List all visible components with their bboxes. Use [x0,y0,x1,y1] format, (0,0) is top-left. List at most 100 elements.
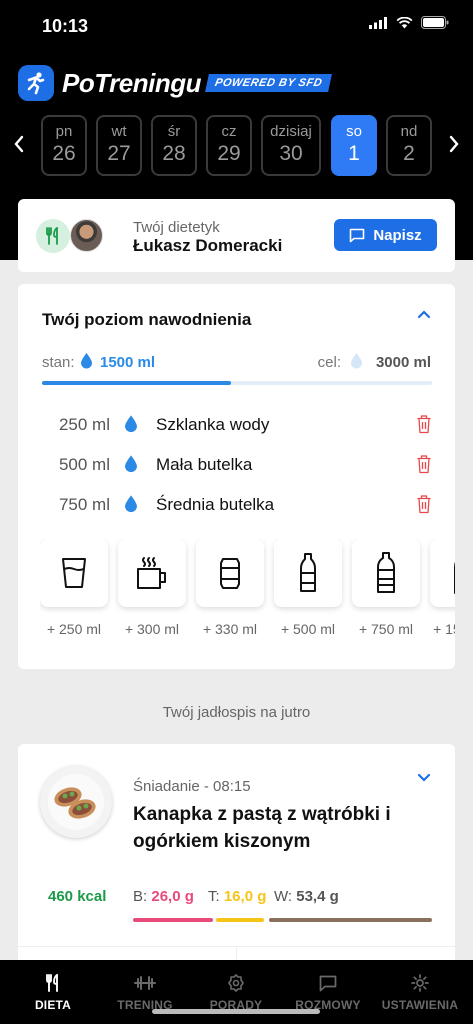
quick-add-tiles: + 250 ml + 300 ml + 330 ml + 500 ml + 750 ml… [40,539,455,639]
day-so[interactable]: so 1 [331,115,377,176]
entry-amount: 750 ml [58,495,110,514]
trash-icon[interactable] [416,414,432,439]
quick-add-tile[interactable]: + 330 ml [196,539,264,637]
macro-1: T: 16,0 g [208,888,266,905]
day-date: 27 [107,142,131,165]
brand-logo: PoTreningu POWERED BY SFD [18,64,332,102]
glass-icon[interactable] [40,539,108,607]
day-selector: pn 26 wt 27 śr 28 cz 29 dzisiaj 30 so 1 nd 2 [0,115,473,177]
water-drop-outline-icon [350,352,363,374]
meal-title: Kanapka z pastą z wątróbki i ogórkiem ki… [133,804,391,852]
day-name: nd [400,123,418,140]
brand-name: PoTreningu [62,67,201,98]
battery-icon [421,16,449,29]
water-drop-icon [80,352,93,374]
dietitian-name: Łukasz Domeracki [133,236,283,255]
day-date: 29 [217,142,241,165]
quick-add-label: + 300 ml [124,621,180,637]
dietitian-avatar [70,219,103,252]
tomorrow-menu-label: Twój jadłospis na jutro [162,704,311,721]
macro-bar [216,918,264,922]
water-drop-icon [124,414,138,438]
tab-rozmowy[interactable]: ROZMOWY [283,972,373,1012]
quick-add-tile[interactable]: + 250 ml [40,539,108,637]
hydration-entry: 500 ml Mała butelka [42,450,432,480]
wifi-icon [396,16,413,28]
collapse-chevron-icon[interactable] [417,306,431,324]
day-date: 28 [162,142,186,165]
chat-icon [283,972,373,994]
day-name: dzisiaj [270,123,312,140]
quick-add-label: + 500 ml [280,621,336,637]
quick-add-tile[interactable]: + 500 ml [274,539,342,637]
small-bottle-icon[interactable] [274,539,342,607]
macro-bar [269,918,432,922]
status-icons [369,16,449,29]
bottle-icon[interactable] [352,539,420,607]
meal-image [40,766,112,838]
current-level-label: stan: [42,354,75,371]
quick-add-label: + 330 ml [202,621,258,637]
quick-add-label: + 750 ml [358,621,414,637]
tab-label: DIETA [34,998,72,1012]
status-bar: 10:13 [0,14,473,38]
goal-label: cel: [317,354,341,371]
day-date: 2 [403,142,415,165]
dietitian-label: Twój dietetyk [133,219,220,236]
hydration-entry: 750 ml Średnia butelka [42,490,432,520]
day-name: śr [167,123,181,140]
prev-week-chevron-icon[interactable] [10,133,28,159]
fork-knife-icon [36,219,70,253]
day-date: 30 [279,142,303,165]
entry-amount: 250 ml [58,415,110,434]
write-message-label: Napisz [373,226,422,244]
goal-value: 3000 ml [375,354,431,371]
quick-add-tile[interactable]: + 1500 ml [430,539,455,637]
bottom-tab-bar: DIETA TRENING PORADY ROZMOWY USTAWIENIA [0,960,473,1024]
water-drop-icon [124,454,138,478]
quick-add-tile[interactable]: + 750 ml [352,539,420,637]
mug-icon[interactable] [118,539,186,607]
large-bottle-icon[interactable] [430,539,455,607]
quick-add-label: + 1500 ml [433,621,455,637]
day-wt[interactable]: wt 27 [96,115,142,176]
day-name: pn [55,123,73,140]
entry-amount: 500 ml [58,455,110,474]
day-date: 1 [348,142,360,165]
day-name: so [346,123,362,140]
day-name: wt [111,123,127,140]
day-śr[interactable]: śr 28 [151,115,197,176]
expand-chevron-icon[interactable] [417,770,431,788]
day-dzisiaj[interactable]: dzisiaj 30 [261,115,321,176]
tab-label: USTAWIENIA [381,998,459,1012]
meal-kcal: 460 kcal [48,888,107,905]
trash-icon[interactable] [416,494,432,519]
trash-icon[interactable] [416,454,432,479]
runner-logo-icon [18,65,54,101]
hydration-card: Twój poziom nawodnienia stan: 1500 ml ce… [18,284,455,669]
day-name: cz [221,123,237,140]
meal-time: Śniadanie - 08:15 [133,778,251,795]
tab-porady[interactable]: PORADY [191,972,281,1012]
brand-powered-badge: POWERED BY SFD [205,74,332,92]
day-pn[interactable]: pn 26 [41,115,87,176]
tab-trening[interactable]: TRENING [100,972,190,1012]
can-icon[interactable] [196,539,264,607]
next-week-chevron-icon[interactable] [445,133,463,159]
fork-knife-icon [8,972,98,994]
macro-value: 26,0 g [151,888,194,905]
macro-label: B: [133,888,148,905]
write-message-button[interactable]: Napisz [334,219,437,251]
day-nd[interactable]: nd 2 [386,115,432,176]
tab-ustawienia[interactable]: USTAWIENIA [375,972,465,1012]
hydration-progress-bar [42,381,432,385]
day-date: 26 [52,142,76,165]
entry-name: Mała butelka [156,455,253,474]
day-cz[interactable]: cz 29 [206,115,252,176]
macro-label: W: [274,888,293,905]
tab-dieta[interactable]: DIETA [8,972,98,1012]
macro-2: W: 53,4 g [274,888,339,905]
macro-value: 16,0 g [223,888,267,905]
entry-name: Średnia butelka [156,495,275,514]
quick-add-tile[interactable]: + 300 ml [118,539,186,637]
